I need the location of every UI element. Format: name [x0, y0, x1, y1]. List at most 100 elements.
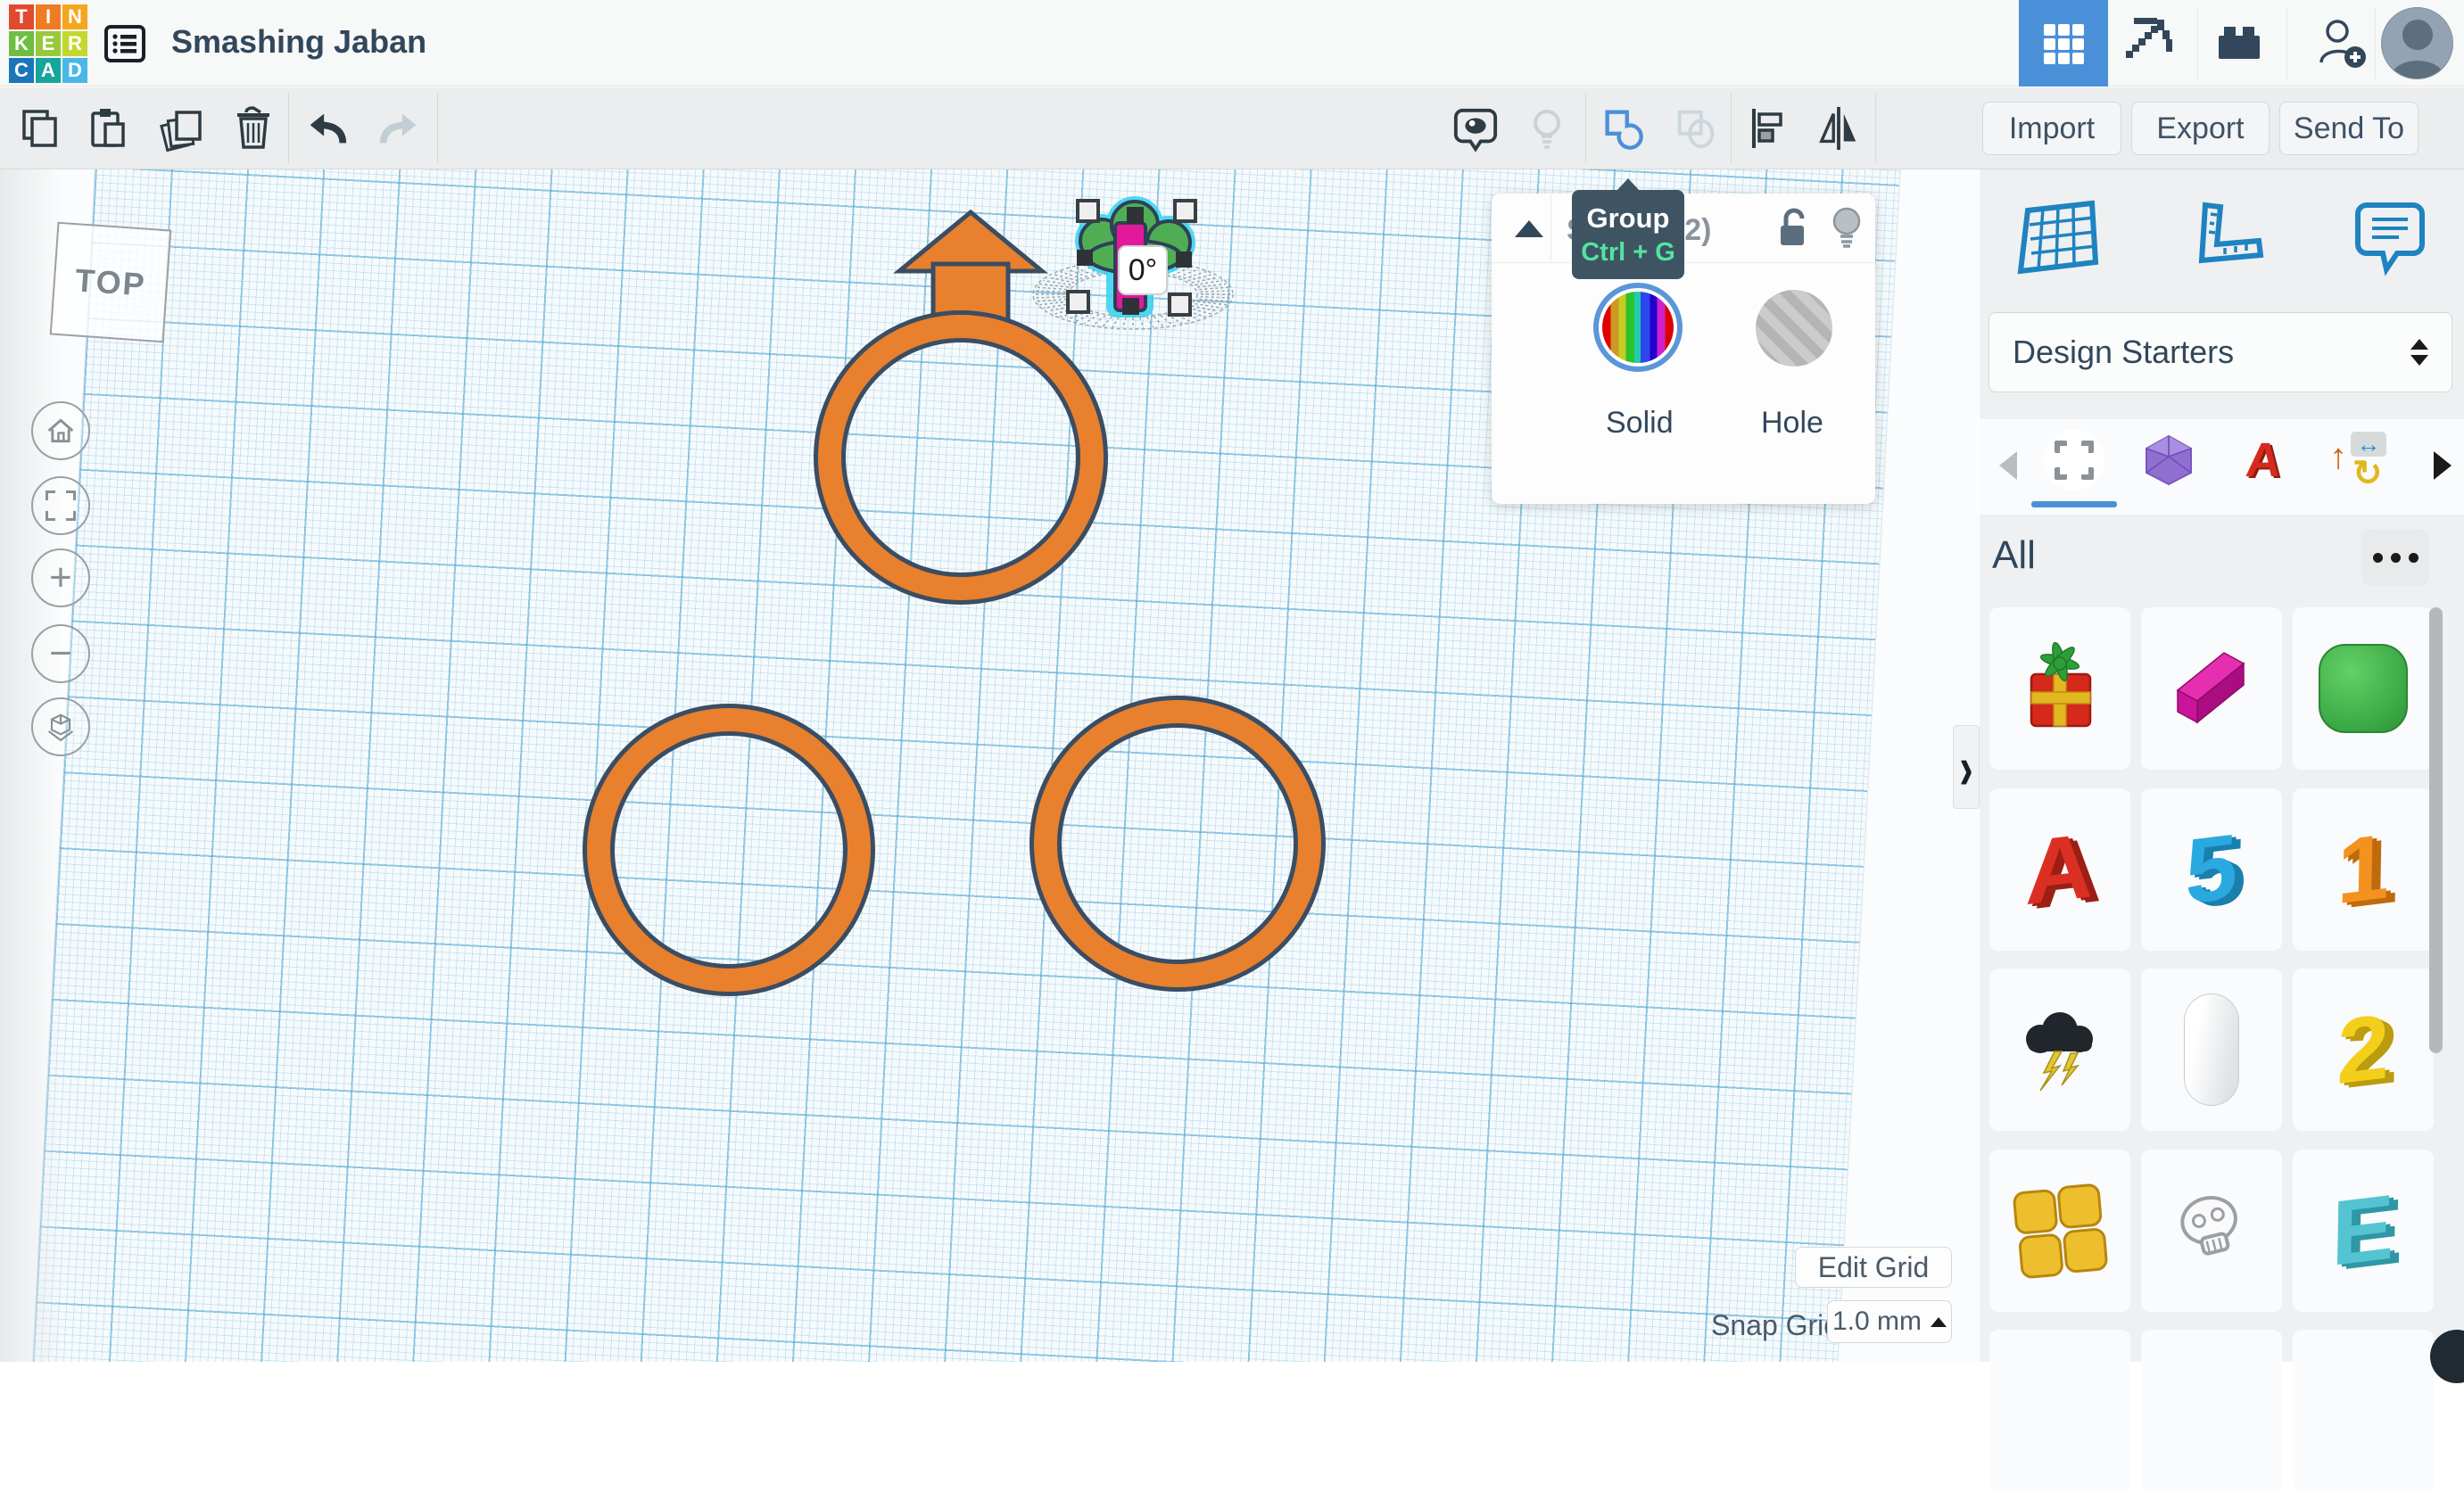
perspective-toggle-button[interactable]: [31, 697, 90, 756]
shape-tile[interactable]: [2293, 1330, 2434, 1492]
carousel-left-icon[interactable]: [1999, 451, 2017, 480]
divider: [1875, 93, 1876, 164]
category-connectors[interactable]: ↑ ↔ ↻: [2328, 430, 2388, 490]
unlocked-padlock-icon: [1774, 208, 1813, 249]
tinkercad-logo[interactable]: T I N K E R C A D: [9, 4, 87, 83]
chevron-right-icon: ›: [1959, 731, 1972, 804]
shape-tile-number-1[interactable]: 1: [2293, 788, 2434, 951]
shape-tile-skull[interactable]: [2141, 1150, 2282, 1312]
group-button[interactable]: [1599, 105, 1645, 152]
sidebar-scrollbar[interactable]: [2429, 607, 2443, 1053]
design-menu-button[interactable]: [103, 21, 147, 66]
snap-grid-label: Snap Grid: [1711, 1309, 1840, 1342]
letter-a-shape-icon: A: [2025, 820, 2095, 919]
sidebar-collapse-handle[interactable]: ›: [1953, 725, 1980, 809]
edit-grid-button[interactable]: Edit Grid: [1795, 1247, 1952, 1288]
shape-tile[interactable]: [2141, 1330, 2282, 1492]
carousel-right-icon[interactable]: [2434, 451, 2452, 480]
help-button[interactable]: [2430, 1330, 2464, 1383]
dashboard-button[interactable]: [2019, 0, 2108, 87]
dropdown-arrows-icon: [2410, 339, 2428, 366]
shape-tile-letter-e[interactable]: E: [2293, 1150, 2434, 1312]
hide-button[interactable]: [1829, 206, 1865, 251]
selection-brackets-icon: [2055, 441, 2094, 480]
number-5-shape-icon: 5: [2185, 820, 2238, 919]
comment-icon: [2347, 198, 2433, 278]
user-avatar[interactable]: [2381, 7, 2453, 79]
fit-view-button[interactable]: [31, 476, 90, 535]
section-heading: All: [1992, 533, 2036, 578]
show-all-button[interactable]: [1452, 105, 1499, 152]
solid-label: Solid: [1606, 406, 1674, 441]
shape-tile-number-2[interactable]: 2: [2293, 969, 2434, 1131]
inspector-collapse-button[interactable]: [1508, 194, 1550, 263]
triangle-up-icon: [1515, 220, 1543, 237]
hole-option[interactable]: [1756, 290, 1832, 367]
mirror-button[interactable]: [1815, 105, 1862, 152]
zoom-in-button[interactable]: +: [31, 548, 90, 607]
divider: [2286, 7, 2287, 79]
group-tooltip: Group Ctrl + G: [1572, 190, 1684, 279]
shape-tile-cube-cluster[interactable]: [1989, 1150, 2130, 1312]
trash-icon: [230, 105, 277, 152]
notes-tool-button[interactable]: [2347, 198, 2433, 278]
paste-button[interactable]: [85, 105, 131, 152]
shape-tile-number-5[interactable]: 5: [2141, 788, 2282, 951]
shape-tile-box[interactable]: [2141, 607, 2282, 770]
zoom-out-button[interactable]: −: [31, 624, 90, 683]
lego-export-button[interactable]: [2213, 16, 2265, 68]
divider: [1585, 93, 1586, 164]
shape-category-carousel: A ↑ ↔ ↻: [1980, 419, 2464, 515]
avatar-silhouette-icon: [2382, 8, 2453, 79]
category-basic-shapes[interactable]: [2044, 430, 2104, 490]
redo-icon: [376, 104, 423, 152]
shape-tile-capsule[interactable]: [2141, 969, 2282, 1131]
minecraft-export-button[interactable]: [2121, 16, 2177, 71]
lock-button[interactable]: [1774, 208, 1813, 249]
invite-people-button[interactable]: [2314, 16, 2369, 71]
lego-brick-icon: [2213, 16, 2265, 68]
tooltip-shortcut: Ctrl + G: [1581, 238, 1675, 268]
storm-cloud-shape-icon: [2005, 994, 2115, 1105]
delete-button[interactable]: [230, 105, 277, 152]
view-cube[interactable]: TOP: [50, 222, 172, 343]
category-shape-generators[interactable]: [2138, 430, 2199, 490]
number-1-shape-icon: 1: [2336, 820, 2390, 919]
align-button[interactable]: [1745, 105, 1791, 152]
import-button[interactable]: Import: [1982, 102, 2121, 155]
eye-bubble-icon: [1452, 104, 1499, 152]
solid-option[interactable]: [1593, 283, 1683, 372]
edit-toolbar: Import Export Send To: [0, 87, 2464, 169]
copy-button[interactable]: [16, 105, 62, 152]
shape-library-dropdown[interactable]: Design Starters: [1989, 312, 2452, 392]
shape-tile-letter-a[interactable]: A: [1989, 788, 2130, 951]
workplane-tool-button[interactable]: [2015, 198, 2101, 278]
group-icon: [1599, 104, 1645, 152]
ungroup-button[interactable]: [1673, 105, 1719, 152]
grid-icon: [2038, 19, 2088, 69]
undo-button[interactable]: [303, 105, 350, 152]
rainbow-swatch-icon: [1602, 292, 1674, 363]
dropdown-value: Design Starters: [2013, 334, 2234, 371]
ruler-tool-button[interactable]: [2180, 198, 2266, 278]
undo-icon: [303, 104, 350, 152]
shape-tile-gift[interactable]: [1989, 607, 2130, 770]
ring-shape-right[interactable]: [1046, 712, 1310, 976]
send-to-button[interactable]: Send To: [2279, 102, 2419, 155]
minus-icon: −: [49, 634, 72, 673]
export-button[interactable]: Export: [2131, 102, 2270, 155]
ring-shape-left[interactable]: [599, 720, 859, 980]
category-text[interactable]: A: [2233, 430, 2294, 490]
capsule-shape-icon: [2184, 993, 2239, 1106]
more-options-button[interactable]: [2361, 529, 2429, 586]
light-view-button[interactable]: [1524, 105, 1570, 152]
dropdown-arrow-icon: [1931, 1317, 1947, 1327]
number-2-shape-icon: 2: [2336, 1001, 2390, 1099]
duplicate-button[interactable]: [159, 105, 205, 152]
shape-tile[interactable]: [1989, 1330, 2130, 1492]
snap-grid-dropdown[interactable]: 1.0 mm: [1827, 1300, 1952, 1343]
shape-tile-storm-cloud[interactable]: [1989, 969, 2130, 1131]
shape-tile-rounded-cube[interactable]: [2293, 607, 2434, 770]
home-view-button[interactable]: [31, 401, 90, 460]
redo-button[interactable]: [376, 105, 423, 152]
